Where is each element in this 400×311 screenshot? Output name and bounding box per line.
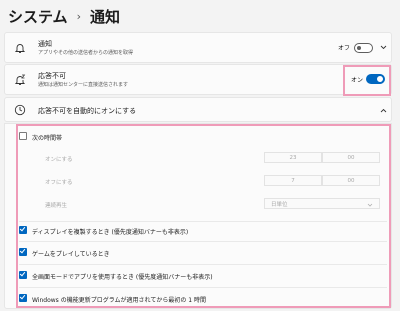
bell-snooze-icon	[14, 74, 26, 85]
dnd-card: 応答不可 通知は通知センターに直接送信されます オン	[4, 64, 392, 95]
chevron-up-icon[interactable]	[380, 108, 387, 113]
notifications-toggle-label: オフ	[338, 45, 351, 52]
auto-dnd-header[interactable]: 応答不可を自動的にオンにする	[4, 97, 392, 122]
breadcrumb-separator-icon: ›	[76, 9, 81, 23]
auto-dnd-title: 応答不可を自動的にオンにする	[38, 107, 137, 115]
notifications-card[interactable]: 通知 アプリやその他の送信者からの通知を取得 オフ	[4, 32, 392, 63]
page-title: 通知	[89, 7, 120, 26]
notifications-title: 通知	[38, 40, 52, 48]
clock-icon	[14, 104, 26, 116]
bell-icon	[14, 44, 26, 53]
highlight-dnd-toggle	[343, 65, 391, 96]
dnd-subtitle: 通知は通知センターに直接送信されます	[38, 82, 129, 88]
chevron-down-icon[interactable]	[380, 45, 387, 50]
dnd-title: 応答不可	[38, 72, 66, 80]
highlight-auto-dnd-options	[16, 124, 391, 308]
notifications-subtitle: アプリやその他の送信者からの通知を取得	[38, 50, 134, 56]
breadcrumb: システム › 通知	[8, 5, 120, 27]
notifications-toggle[interactable]	[354, 43, 373, 53]
breadcrumb-parent[interactable]: システム	[8, 6, 68, 27]
